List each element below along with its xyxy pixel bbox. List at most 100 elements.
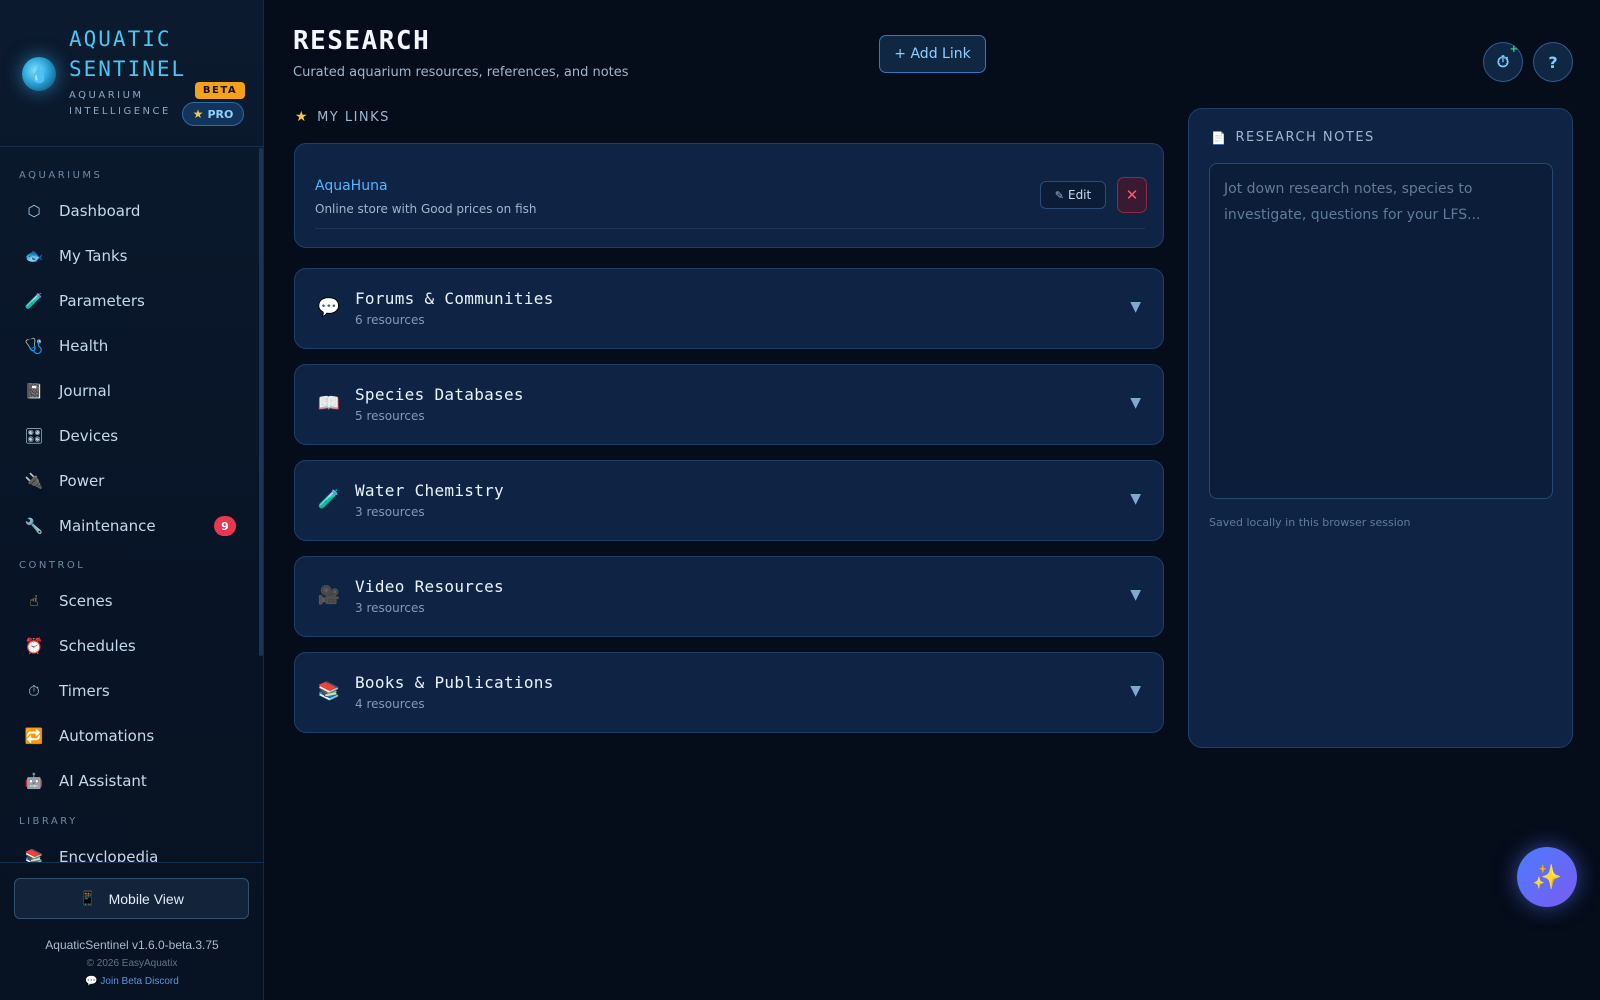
research-notes-title: RESEARCH NOTES [1235, 130, 1375, 145]
nav-section-aquariums: AQUARIUMS [19, 170, 103, 181]
sidebar-item-label: Maintenance [59, 517, 156, 535]
stopwatch-icon: ⏱ [28, 682, 40, 700]
category-forums-communities[interactable]: 💬 Forums & Communities 6 resources ▼ [294, 268, 1164, 349]
sidebar-item-dashboard[interactable]: ⬡ Dashboard [14, 192, 246, 230]
sidebar-item-label: Parameters [59, 292, 145, 310]
wrench-icon: 🔧 [24, 517, 44, 535]
sidebar: 💧 AQUATIC SENTINEL AQUARIUM INTELLIGENCE… [0, 0, 264, 1000]
category-count: 3 resources [355, 505, 425, 519]
pointing-hand-icon: ☝ [29, 592, 39, 610]
sidebar-item-devices[interactable]: 🎛 Devices [14, 417, 246, 455]
category-count: 5 resources [355, 409, 425, 423]
ai-sparkle-button[interactable]: ✨ [1517, 847, 1577, 907]
brand-subtitle: AQUARIUM INTELLIGENCE [69, 90, 171, 117]
sidebar-item-label: Automations [59, 727, 155, 745]
books-icon: 📚 [24, 848, 44, 862]
chevron-down-icon: ▼ [1130, 299, 1141, 315]
speech-bubble-icon: 💬 [317, 297, 341, 318]
mobile-view-button[interactable]: 📱 Mobile View [14, 878, 249, 919]
add-link-button[interactable]: + Add Link [879, 35, 986, 73]
movie-camera-icon: 🎥 [317, 585, 341, 606]
sidebar-item-maintenance[interactable]: 🔧 Maintenance 9 [14, 507, 246, 545]
category-books-publications[interactable]: 📚 Books & Publications 4 resources ▼ [294, 652, 1164, 733]
robot-icon: 🤖 [24, 772, 44, 790]
sidebar-nav: AQUARIUMS ⬡ Dashboard 🐟 My Tanks 🧪 Param… [0, 148, 256, 862]
stethoscope-icon: 🩺 [24, 337, 44, 355]
sidebar-item-label: Power [59, 472, 105, 490]
notes-saved-hint: Saved locally in this browser session [1209, 516, 1411, 529]
test-tube-icon: 🧪 [317, 489, 341, 510]
chevron-down-icon: ▼ [1130, 587, 1141, 603]
nav-section-control: CONTROL [19, 560, 86, 571]
nav-section-library: LIBRARY [19, 816, 78, 827]
sidebar-item-encyclopedia[interactable]: 📚 Encyclopedia [14, 838, 246, 862]
chevron-down-icon: ▼ [1130, 491, 1141, 507]
pro-badge[interactable]: ★ PRO [182, 102, 244, 126]
mobile-phone-icon: 📱 [79, 890, 97, 906]
discord-link[interactable]: 💬 Join Beta Discord [0, 976, 264, 987]
sidebar-item-timers[interactable]: ⏱ Timers [14, 672, 246, 710]
pencil-icon: ✎ [1054, 188, 1064, 202]
app-version: AquaticSentinel v1.6.0-beta.3.75 [45, 938, 219, 952]
category-count: 4 resources [355, 697, 425, 711]
category-name: Video Resources [355, 577, 504, 596]
category-video-resources[interactable]: 🎥 Video Resources 3 resources ▼ [294, 556, 1164, 637]
open-book-icon: 📖 [317, 393, 341, 414]
chevron-down-icon: ▼ [1130, 683, 1141, 699]
research-notes-heading: 📄 RESEARCH NOTES [1211, 130, 1375, 145]
sidebar-item-label: My Tanks [59, 247, 128, 265]
link-description: Online store with Good prices on fish [315, 202, 537, 216]
sidebar-item-schedules[interactable]: ⏰ Schedules [14, 627, 246, 665]
beta-badge: BETA [195, 82, 245, 99]
category-water-chemistry[interactable]: 🧪 Water Chemistry 3 resources ▼ [294, 460, 1164, 541]
sidebar-item-my-tanks[interactable]: 🐟 My Tanks [14, 237, 246, 275]
sidebar-item-ai-assistant[interactable]: 🤖 AI Assistant [14, 762, 246, 800]
copyright: © 2026 EasyAquatix [86, 958, 178, 969]
edit-link-button[interactable]: ✎ Edit [1040, 181, 1106, 209]
sidebar-item-label: Health [59, 337, 109, 355]
timer-add-button[interactable]: ⏱ + [1483, 42, 1523, 82]
chevron-down-icon: ▼ [1130, 395, 1141, 411]
link-card: AquaHuna Online store with Good prices o… [294, 143, 1164, 248]
sidebar-item-label: AI Assistant [59, 772, 147, 790]
help-button[interactable]: ? [1533, 42, 1573, 82]
sparkles-icon: ✨ [1532, 863, 1562, 891]
sidebar-item-label: Devices [59, 427, 119, 445]
delete-link-button[interactable]: ✕ [1117, 177, 1147, 213]
repeat-icon: 🔁 [24, 727, 44, 745]
sidebar-item-health[interactable]: 🩺 Health [14, 327, 246, 365]
page-subtitle: Curated aquarium resources, references, … [293, 65, 629, 80]
my-links-label: MY LINKS [317, 109, 390, 125]
sidebar-item-parameters[interactable]: 🧪 Parameters [14, 282, 246, 320]
sidebar-item-label: Schedules [59, 637, 136, 655]
hexagon-icon: ⬡ [27, 202, 41, 220]
maintenance-count-badge: 9 [214, 516, 236, 536]
pro-label: PRO [207, 107, 234, 121]
sidebar-item-label: Dashboard [59, 202, 141, 220]
sidebar-scrollbar[interactable] [259, 148, 263, 656]
page-title: RESEARCH [293, 26, 431, 56]
brand-title: AQUATIC SENTINEL [69, 27, 187, 81]
fish-icon: 🐟 [24, 247, 44, 265]
my-links-heading: ★ MY LINKS [295, 109, 390, 125]
sidebar-item-journal[interactable]: 📓 Journal [14, 372, 246, 410]
plug-icon: 🔌 [24, 472, 44, 490]
category-name: Forums & Communities [355, 289, 554, 308]
sidebar-item-power[interactable]: 🔌 Power [14, 462, 246, 500]
category-name: Books & Publications [355, 673, 554, 692]
plus-icon: + [1509, 44, 1518, 55]
speech-bubble-icon: 💬 [85, 976, 98, 987]
link-divider [315, 228, 1145, 229]
category-name: Species Databases [355, 385, 524, 404]
sidebar-item-automations[interactable]: 🔁 Automations [14, 717, 246, 755]
category-species-databases[interactable]: 📖 Species Databases 5 resources ▼ [294, 364, 1164, 445]
research-notes-input[interactable] [1209, 163, 1553, 499]
star-icon: ★ [192, 107, 204, 121]
category-count: 3 resources [355, 601, 425, 615]
stopwatch-icon: ⏱ [1496, 52, 1510, 71]
edit-label: Edit [1067, 188, 1092, 202]
link-name[interactable]: AquaHuna [315, 178, 388, 194]
research-notes-panel: 📄 RESEARCH NOTES Saved locally in this b… [1188, 108, 1573, 748]
star-icon: ★ [295, 109, 310, 125]
sidebar-item-scenes[interactable]: ☝ Scenes [14, 582, 246, 620]
